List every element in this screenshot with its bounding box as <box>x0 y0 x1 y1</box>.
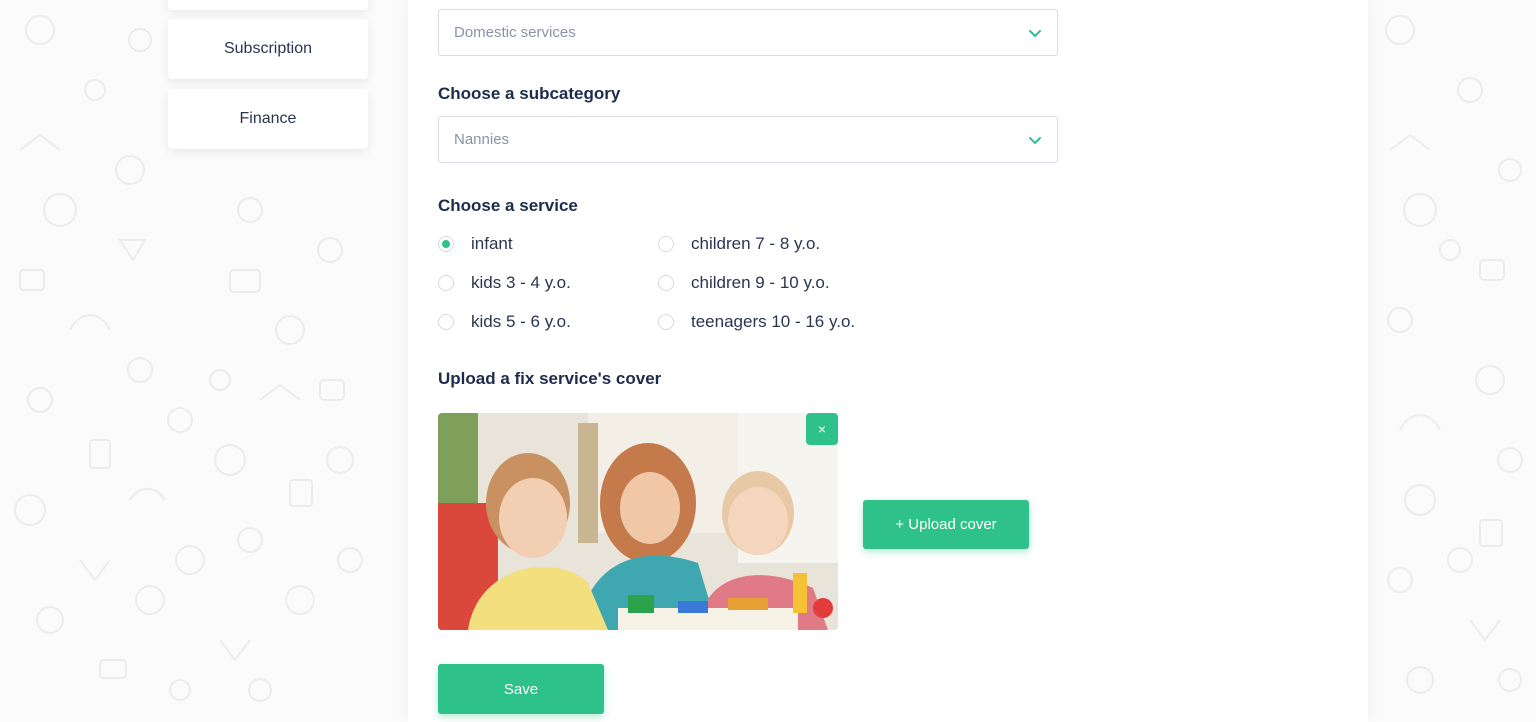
chevron-down-icon <box>1029 29 1041 37</box>
radio-label: teenagers 10 - 16 y.o. <box>691 312 856 331</box>
sidebar-item-subscription[interactable]: Subscription <box>168 19 368 79</box>
sidebar-item-label: Finance <box>239 110 297 127</box>
radio-dot[interactable] <box>658 275 674 291</box>
category-select[interactable]: Domestic services <box>438 9 1058 56</box>
subcategory-label: Choose a subcategory <box>438 84 621 103</box>
service-radio-children-7-8[interactable]: children 7 - 8 y.o. <box>658 234 820 254</box>
radio-label: children 9 - 10 y.o. <box>691 273 830 292</box>
service-radio-infant[interactable]: infant <box>438 234 513 254</box>
service-radio-kids-5-6[interactable]: kids 5 - 6 y.o. <box>438 312 571 332</box>
upload-cover-label: + Upload cover <box>895 516 997 533</box>
radio-dot[interactable] <box>658 314 674 330</box>
category-select-value: Domestic services <box>454 24 576 41</box>
subcategory-select-value: Nannies <box>454 131 510 148</box>
cover-image-preview <box>438 413 838 630</box>
service-radio-kids-3-4[interactable]: kids 3 - 4 y.o. <box>438 273 571 293</box>
radio-dot[interactable] <box>438 275 454 291</box>
save-button-label: Save <box>503 680 539 698</box>
radio-label: children 7 - 8 y.o. <box>691 234 821 253</box>
service-radio-teenagers-10-16[interactable]: teenagers 10 - 16 y.o. <box>658 312 855 332</box>
sidebar-item-finance[interactable]: Finance <box>168 89 368 149</box>
radio-label: infant <box>471 234 513 253</box>
radio-label: kids 3 - 4 y.o. <box>471 273 571 292</box>
subcategory-select[interactable]: Nannies <box>438 116 1058 163</box>
radio-dot[interactable] <box>438 314 454 330</box>
service-label: Choose a service <box>438 196 578 215</box>
service-form-panel: Domestic services Choose a subcategory N… <box>408 0 1368 722</box>
remove-cover-button[interactable]: × <box>806 413 838 445</box>
save-button[interactable]: Save <box>438 664 604 714</box>
service-radio-children-9-10[interactable]: children 9 - 10 y.o. <box>658 273 830 293</box>
sidebar-item-previous[interactable] <box>168 0 368 10</box>
cover-upload-label: Upload a fix service's cover <box>438 369 662 388</box>
close-icon: × <box>817 421 827 437</box>
sidebar-item-label: Subscription <box>223 40 313 57</box>
chevron-down-icon <box>1029 136 1041 144</box>
radio-dot[interactable] <box>438 236 454 252</box>
radio-dot[interactable] <box>658 236 674 252</box>
radio-label: kids 5 - 6 y.o. <box>471 312 571 331</box>
upload-cover-button[interactable]: + Upload cover <box>863 500 1029 549</box>
